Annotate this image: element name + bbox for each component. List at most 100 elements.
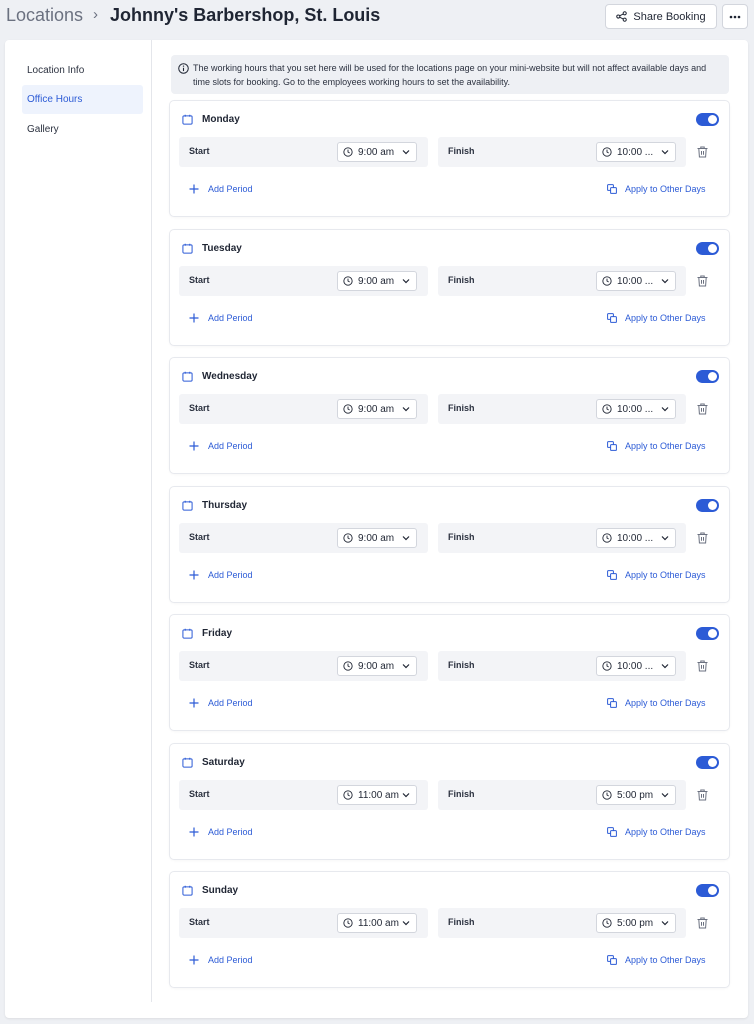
copy-icon: [607, 570, 617, 580]
start-time-select[interactable]: 11:00 am: [337, 913, 417, 933]
calendar-icon: [182, 885, 193, 896]
finish-time-select[interactable]: 10:00 ...: [596, 528, 676, 548]
start-label: Start: [189, 275, 210, 285]
apply-to-other-days-button[interactable]: Apply to Other Days: [607, 827, 706, 837]
apply-to-other-days-button[interactable]: Apply to Other Days: [607, 570, 706, 580]
delete-period-icon[interactable]: [697, 917, 708, 929]
start-time-value: 9:00 am: [358, 403, 395, 415]
breadcrumb-separator: ›: [93, 6, 98, 23]
start-time-select[interactable]: 9:00 am: [337, 271, 417, 291]
day-name: Monday: [202, 114, 240, 125]
apply-to-other-days-label: Apply to Other Days: [625, 441, 706, 451]
day-enabled-toggle[interactable]: [696, 370, 719, 383]
add-period-button[interactable]: Add Period: [189, 955, 253, 965]
apply-to-other-days-button[interactable]: Apply to Other Days: [607, 955, 706, 965]
start-time-select[interactable]: 9:00 am: [337, 399, 417, 419]
delete-period-icon[interactable]: [697, 789, 708, 801]
add-period-button[interactable]: Add Period: [189, 827, 253, 837]
start-time-value: 9:00 am: [358, 660, 395, 672]
finish-time-value: 5:00 pm: [617, 789, 654, 801]
delete-period-icon[interactable]: [697, 660, 708, 672]
more-icon: [729, 15, 741, 18]
chevron-down-icon: [661, 536, 669, 541]
day-card-sunday: Sunday Start 11:00 am Finish 5:00 pm Add…: [170, 872, 729, 987]
finish-time-select[interactable]: 10:00 ...: [596, 399, 676, 419]
chevron-down-icon: [661, 921, 669, 926]
sidebar-item-location-info[interactable]: Location Info: [22, 56, 143, 85]
apply-to-other-days-button[interactable]: Apply to Other Days: [607, 313, 706, 323]
copy-icon: [607, 698, 617, 708]
day-enabled-toggle[interactable]: [696, 499, 719, 512]
copy-icon: [607, 955, 617, 965]
calendar-icon: [182, 500, 193, 511]
start-time-select[interactable]: 11:00 am: [337, 785, 417, 805]
day-card-tuesday: Tuesday Start 9:00 am Finish 10:00 ... A…: [170, 230, 729, 345]
finish-time-select[interactable]: 10:00 ...: [596, 271, 676, 291]
start-row: Start 9:00 am: [179, 651, 428, 681]
start-time-select[interactable]: 9:00 am: [337, 656, 417, 676]
chevron-down-icon: [402, 150, 410, 155]
delete-period-icon[interactable]: [697, 275, 708, 287]
start-time-value: 11:00 am: [358, 917, 399, 929]
start-time-select[interactable]: 9:00 am: [337, 528, 417, 548]
clock-icon: [602, 918, 612, 928]
add-period-button[interactable]: Add Period: [189, 698, 253, 708]
finish-label: Finish: [448, 403, 475, 413]
clock-icon: [602, 404, 612, 414]
day-enabled-toggle[interactable]: [696, 242, 719, 255]
day-card-wednesday: Wednesday Start 9:00 am Finish 10:00 ...…: [170, 358, 729, 473]
finish-label: Finish: [448, 660, 475, 670]
start-row: Start 9:00 am: [179, 394, 428, 424]
more-options-button[interactable]: [722, 4, 748, 29]
finish-time-select[interactable]: 5:00 pm: [596, 785, 676, 805]
delete-period-icon[interactable]: [697, 146, 708, 158]
copy-icon: [607, 184, 617, 194]
day-enabled-toggle[interactable]: [696, 113, 719, 126]
finish-label: Finish: [448, 532, 475, 542]
day-name: Tuesday: [202, 243, 242, 254]
breadcrumb-locations[interactable]: Locations: [6, 5, 83, 26]
page-title: Johnny's Barbershop, St. Louis: [110, 5, 381, 25]
apply-to-other-days-button[interactable]: Apply to Other Days: [607, 698, 706, 708]
apply-to-other-days-button[interactable]: Apply to Other Days: [607, 184, 706, 194]
delete-period-icon[interactable]: [697, 403, 708, 415]
sidebar-item-office-hours[interactable]: Office Hours: [22, 85, 143, 114]
clock-icon: [343, 661, 353, 671]
finish-time-value: 10:00 ...: [617, 403, 654, 415]
finish-label: Finish: [448, 789, 475, 799]
calendar-icon: [182, 243, 193, 254]
finish-time-select[interactable]: 10:00 ...: [596, 142, 676, 162]
chevron-down-icon: [402, 407, 410, 412]
clock-icon: [343, 918, 353, 928]
finish-label: Finish: [448, 146, 475, 156]
day-enabled-toggle[interactable]: [696, 756, 719, 769]
day-header: Wednesday: [182, 371, 257, 382]
plus-icon: [189, 827, 199, 837]
clock-icon: [343, 147, 353, 157]
add-period-button[interactable]: Add Period: [189, 441, 253, 451]
share-booking-button[interactable]: Share Booking: [605, 4, 717, 29]
day-enabled-toggle[interactable]: [696, 627, 719, 640]
info-notice-text: The working hours that you set here will…: [193, 63, 707, 87]
day-card-thursday: Thursday Start 9:00 am Finish 10:00 ... …: [170, 487, 729, 602]
add-period-button[interactable]: Add Period: [189, 570, 253, 580]
day-header: Thursday: [182, 500, 247, 511]
add-period-label: Add Period: [208, 827, 253, 837]
add-period-button[interactable]: Add Period: [189, 184, 253, 194]
chevron-down-icon: [402, 921, 410, 926]
sidebar-item-gallery[interactable]: Gallery: [22, 115, 143, 144]
delete-period-icon[interactable]: [697, 532, 708, 544]
finish-time-select[interactable]: 5:00 pm: [596, 913, 676, 933]
day-header: Monday: [182, 114, 240, 125]
add-period-button[interactable]: Add Period: [189, 313, 253, 323]
calendar-icon: [182, 628, 193, 639]
start-row: Start 11:00 am: [179, 780, 428, 810]
chevron-down-icon: [661, 150, 669, 155]
day-enabled-toggle[interactable]: [696, 884, 719, 897]
clock-icon: [602, 790, 612, 800]
start-time-select[interactable]: 9:00 am: [337, 142, 417, 162]
finish-row: Finish 5:00 pm: [438, 908, 686, 938]
apply-to-other-days-button[interactable]: Apply to Other Days: [607, 441, 706, 451]
chevron-down-icon: [661, 407, 669, 412]
finish-time-select[interactable]: 10:00 ...: [596, 656, 676, 676]
